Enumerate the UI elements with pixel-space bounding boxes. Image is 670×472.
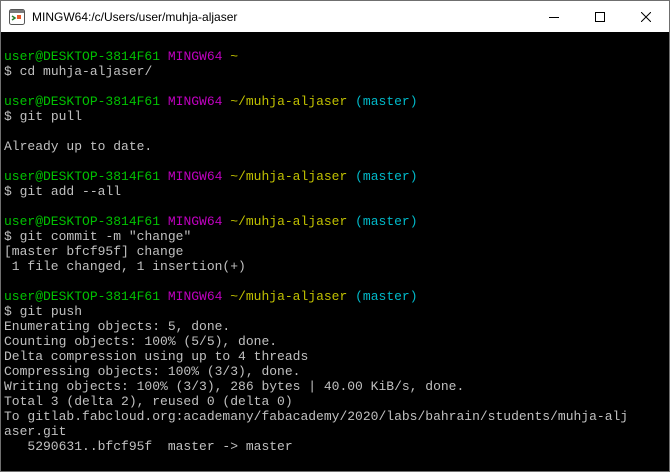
prompt-env: MINGW64 [167,214,223,229]
prompt-path: ~/muhja-aljaser [230,289,348,304]
prompt-symbol: $ [4,109,12,124]
minimize-button[interactable] [531,1,577,32]
prompt-env: MINGW64 [167,289,223,304]
command-text: cd muhja-aljaser/ [19,64,153,79]
prompt-path: ~/muhja-aljaser [230,94,348,109]
git-bash-icon[interactable] [9,8,25,25]
output-line: [master bfcf95f] change [4,244,184,259]
title-bar[interactable]: MINGW64:/c/Users/user/muhja-aljaser [1,1,669,32]
scrollbar[interactable] [666,32,669,471]
prompt-env: MINGW64 [167,169,223,184]
output-line: Already up to date. [4,139,153,154]
maximize-button[interactable] [577,1,623,32]
prompt-symbol: $ [4,184,12,199]
output-line: Delta compression using up to 4 threads [4,349,309,364]
prompt-path: ~/muhja-aljaser [230,214,348,229]
command-text: git push [19,304,83,319]
prompt-branch: (master) [355,94,418,109]
output-line: aser.git [4,424,67,439]
prompt-line: user@DESKTOP-3814F61 MINGW64 ~ [4,49,666,64]
output-line: To gitlab.fabcloud.org:academany/fabacad… [4,409,629,424]
output-line: Enumerating objects: 5, done. [4,319,231,334]
window-title: MINGW64:/c/Users/user/muhja-aljaser [32,9,238,24]
prompt-user-host: user@DESKTOP-3814F61 [4,49,161,64]
output-line: Counting objects: 100% (5/5), done. [4,334,278,349]
prompt-path: ~/muhja-aljaser [230,169,348,184]
prompt-branch: (master) [355,214,418,229]
terminal-window: MINGW64:/c/Users/user/muhja-aljaser user… [0,0,670,472]
minimize-icon [549,16,559,18]
terminal-output[interactable]: user@DESKTOP-3814F61 MINGW64 ~ $ cd muhj… [4,34,666,470]
command-text: git commit -m "change" [19,229,192,244]
prompt-user-host: user@DESKTOP-3814F61 [4,289,161,304]
output-line: 5290631..bfcf95f master -> master [4,439,293,454]
close-button[interactable] [623,1,669,32]
output-line: 1 file changed, 1 insertion(+) [4,259,246,274]
prompt-line: user@DESKTOP-3814F61 MINGW64 ~/muhja-alj… [4,94,666,109]
command-line: $ git add --all [4,184,666,199]
output-line: Writing objects: 100% (3/3), 286 bytes |… [4,379,465,394]
prompt-user-host: user@DESKTOP-3814F61 [4,169,161,184]
command-text: git add --all [19,184,122,199]
command-line: $ git push [4,304,666,319]
command-line: $ git pull [4,109,666,124]
prompt-path: ~ [230,49,239,64]
command-text: git pull [19,109,83,124]
prompt-user-host: user@DESKTOP-3814F61 [4,94,161,109]
prompt-line: user@DESKTOP-3814F61 MINGW64 ~/muhja-alj… [4,214,666,229]
prompt-symbol: $ [4,229,12,244]
prompt-symbol: $ [4,64,12,79]
prompt-line: user@DESKTOP-3814F61 MINGW64 ~/muhja-alj… [4,289,666,304]
prompt-branch: (master) [355,169,418,184]
prompt-user-host: user@DESKTOP-3814F61 [4,214,161,229]
prompt-branch: (master) [355,289,418,304]
output-line: Total 3 (delta 2), reused 0 (delta 0) [4,394,293,409]
maximize-icon [595,11,605,22]
prompt-env: MINGW64 [167,94,223,109]
prompt-env: MINGW64 [167,49,223,64]
prompt-symbol: $ [4,304,12,319]
output-line: Compressing objects: 100% (3/3), done. [4,364,301,379]
command-line: $ cd muhja-aljaser/ [4,64,666,79]
prompt-line: user@DESKTOP-3814F61 MINGW64 ~/muhja-alj… [4,169,666,184]
close-icon [641,11,651,22]
command-line: $ git commit -m "change" [4,229,666,244]
